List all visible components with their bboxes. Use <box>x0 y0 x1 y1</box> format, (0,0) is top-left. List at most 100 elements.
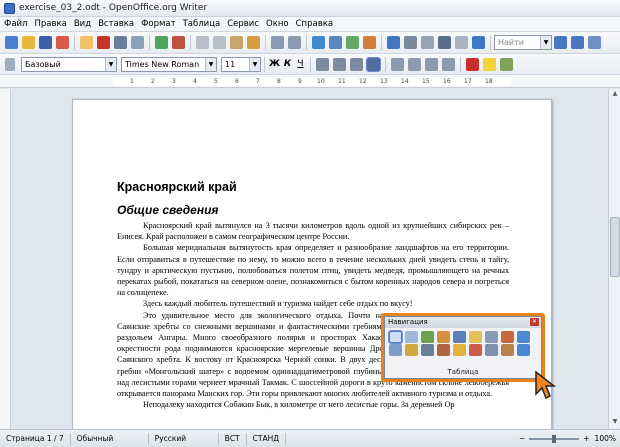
italic-button[interactable]: К <box>281 59 294 69</box>
hyperlink-icon[interactable] <box>312 36 325 49</box>
print-icon[interactable] <box>114 36 127 49</box>
scroll-down-icon[interactable]: ▼ <box>610 418 620 428</box>
menu-table[interactable]: Таблица <box>183 19 221 29</box>
scroll-up-icon[interactable]: ▲ <box>610 90 620 100</box>
drawing-nav-icon[interactable] <box>389 344 402 356</box>
zoom-slider[interactable] <box>529 434 580 443</box>
font-name-combo[interactable]: Times New Roman ▼ <box>121 56 217 72</box>
align-left-icon[interactable] <box>316 57 329 71</box>
decrease-indent-icon[interactable] <box>425 57 438 71</box>
next-nav-icon[interactable] <box>517 344 530 356</box>
note-nav-icon[interactable] <box>469 344 482 356</box>
open-folder-icon[interactable] <box>22 36 35 49</box>
menu-edit[interactable]: Правка <box>34 19 66 29</box>
frame-nav-icon[interactable] <box>405 331 418 343</box>
autospell-icon[interactable] <box>172 36 185 49</box>
table-icon[interactable] <box>329 36 342 49</box>
undo-icon[interactable] <box>271 36 284 49</box>
align-right-icon[interactable] <box>350 57 363 71</box>
heading-nav-icon[interactable] <box>469 331 482 343</box>
help-icon[interactable] <box>472 36 485 49</box>
vertical-scrollbar[interactable]: ▲ ▼ <box>608 89 620 429</box>
bold-button[interactable]: Ж <box>268 59 281 69</box>
scroll-thumb[interactable] <box>610 217 620 277</box>
selection-nav-icon[interactable] <box>437 344 450 356</box>
print-preview-icon[interactable] <box>131 36 144 49</box>
redo-icon[interactable] <box>288 36 301 49</box>
justify-icon[interactable] <box>366 56 381 72</box>
gallery-icon[interactable] <box>404 36 417 49</box>
menu-window[interactable]: Окно <box>266 19 289 29</box>
chevron-down-icon[interactable]: ▼ <box>249 57 260 71</box>
paste-icon[interactable] <box>230 36 243 49</box>
chevron-down-icon[interactable]: ▼ <box>105 57 116 71</box>
spellcheck-icon[interactable] <box>155 36 168 49</box>
find-up-icon[interactable] <box>571 36 584 49</box>
bookmark-nav-icon[interactable] <box>421 344 434 356</box>
menu-format[interactable]: Формат <box>141 19 176 29</box>
font-size-combo[interactable]: 11 ▼ <box>221 56 261 72</box>
search-repeat-nav-icon[interactable] <box>485 344 498 356</box>
horizontal-ruler[interactable]: 1 2 3 4 5 6 7 8 9 10 11 12 13 14 15 16 1… <box>0 75 620 88</box>
navigator-icon[interactable] <box>387 36 400 49</box>
reminder-nav-icon[interactable] <box>501 331 514 343</box>
increase-indent-icon[interactable] <box>442 57 455 71</box>
document-page[interactable]: Красноярский край Общие сведения Красноя… <box>72 99 552 429</box>
email-icon[interactable] <box>56 36 69 49</box>
font-color-icon[interactable] <box>466 57 479 71</box>
menu-help[interactable]: Справка <box>296 19 333 29</box>
zoom-in-icon[interactable]: + <box>583 434 589 443</box>
navigation-title-bar[interactable]: Навигация ✕ <box>385 317 541 328</box>
styles-panel-icon[interactable] <box>5 57 15 71</box>
zoom-value[interactable]: 100% <box>595 434 616 443</box>
chart-icon[interactable] <box>346 36 359 49</box>
section-nav-icon[interactable] <box>485 331 498 343</box>
menu-file[interactable]: Файл <box>4 19 27 29</box>
selection-mode[interactable]: СТАНД <box>247 432 287 445</box>
control-nav-icon[interactable] <box>405 344 418 356</box>
highlight-icon[interactable] <box>483 57 496 71</box>
footnote-nav-icon[interactable] <box>453 344 466 356</box>
zoom-icon[interactable] <box>455 36 468 49</box>
menu-tools[interactable]: Сервис <box>227 19 259 29</box>
cut-icon[interactable] <box>196 36 209 49</box>
paragraph-style-combo[interactable]: Базовый ▼ <box>21 56 117 72</box>
menu-insert[interactable]: Вставка <box>98 19 134 29</box>
new-document-icon[interactable] <box>5 36 18 49</box>
align-center-icon[interactable] <box>333 57 346 71</box>
navigation-toolbar[interactable]: Навигация ✕ Таблица <box>384 316 542 379</box>
numbering-icon[interactable] <box>391 57 404 71</box>
graphics-nav-icon[interactable] <box>421 331 434 343</box>
close-icon[interactable]: ✕ <box>530 318 539 326</box>
format-paintbrush-icon[interactable] <box>247 36 260 49</box>
page-nav-icon[interactable] <box>453 331 466 343</box>
zoom-control[interactable]: − + 100% <box>519 434 620 443</box>
chevron-down-icon[interactable]: ▼ <box>205 57 216 71</box>
edit-mode-icon[interactable] <box>80 36 93 49</box>
save-icon[interactable] <box>39 36 52 49</box>
underline-button[interactable]: Ч <box>294 59 307 69</box>
find-replace-icon[interactable] <box>588 36 601 49</box>
language[interactable]: Русский <box>149 432 219 445</box>
find-field[interactable]: Найти ▼ <box>494 35 552 50</box>
background-color-icon[interactable] <box>500 57 513 71</box>
copy-icon[interactable] <box>213 36 226 49</box>
nonprinting-chars-icon[interactable] <box>438 36 451 49</box>
find-down-icon[interactable] <box>554 36 567 49</box>
page-style[interactable]: Обычный <box>71 432 149 445</box>
index-entry-nav-icon[interactable] <box>501 344 514 356</box>
data-sources-icon[interactable] <box>421 36 434 49</box>
vertical-ruler[interactable] <box>0 89 11 429</box>
insert-mode[interactable]: ВСТ <box>219 432 247 445</box>
menu-view[interactable]: Вид <box>74 19 91 29</box>
draw-functions-icon[interactable] <box>363 36 376 49</box>
zoom-slider-handle[interactable] <box>552 434 557 443</box>
previous-nav-icon[interactable] <box>517 331 530 343</box>
chevron-down-icon[interactable]: ▼ <box>540 36 551 49</box>
table-nav-icon[interactable] <box>388 330 403 344</box>
pdf-export-icon[interactable] <box>97 36 110 49</box>
page-indicator[interactable]: Страница 1 / 7 <box>0 432 71 445</box>
zoom-out-icon[interactable]: − <box>519 434 525 443</box>
ole-object-nav-icon[interactable] <box>437 331 450 343</box>
bullets-icon[interactable] <box>408 57 421 71</box>
